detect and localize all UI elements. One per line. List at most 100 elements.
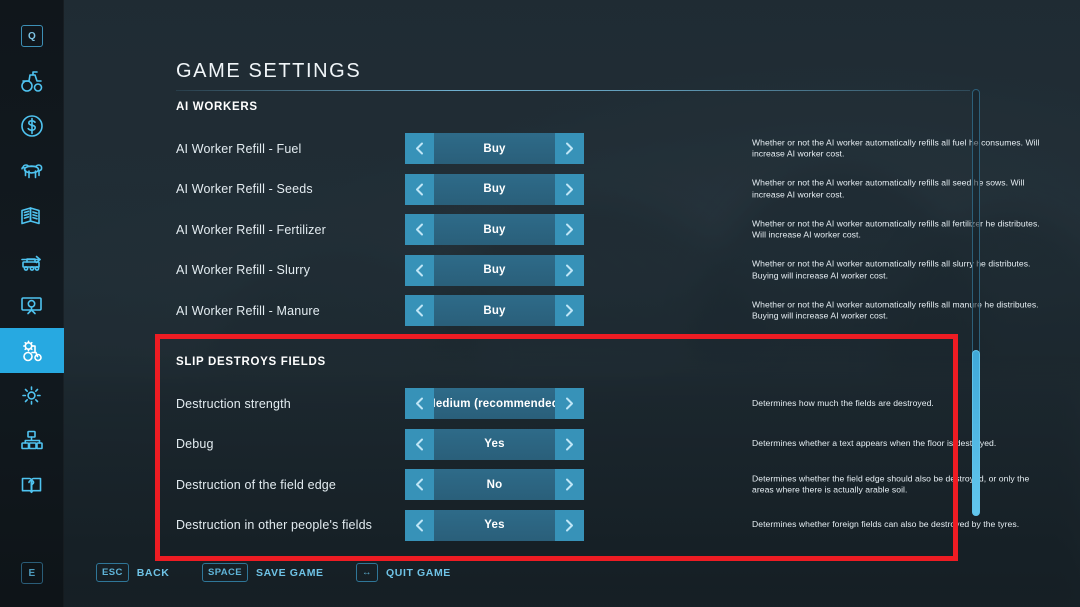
setting-value[interactable]: No bbox=[434, 469, 555, 500]
setting-description: Determines whether the field edge should… bbox=[752, 472, 1030, 495]
chevron-left-icon[interactable] bbox=[405, 509, 434, 541]
setting-description: Whether or not the AI worker automatical… bbox=[752, 258, 1031, 280]
sidebar-item-game-settings[interactable] bbox=[0, 328, 64, 373]
chevron-left-icon[interactable] bbox=[405, 469, 434, 500]
setting-row: AI Worker Refill - Fuel Buy Whether or not… bbox=[176, 133, 1040, 164]
sidebar-item-finances[interactable] bbox=[0, 103, 64, 148]
multiplayer-icon bbox=[19, 428, 45, 454]
key-cap-icon: ESC bbox=[96, 563, 129, 582]
setting-row: Debug Yes Determines whether a text appear… bbox=[176, 428, 996, 460]
chevron-right-icon[interactable] bbox=[555, 133, 584, 164]
setting-selector[interactable]: Buy bbox=[405, 295, 584, 326]
chevron-left-icon[interactable] bbox=[405, 173, 434, 205]
tractor-icon bbox=[19, 68, 45, 94]
footer-action-label: QUIT GAME bbox=[386, 566, 451, 579]
footer-action-label: SAVE GAME bbox=[256, 566, 324, 579]
chevron-right-icon[interactable] bbox=[555, 214, 584, 245]
page-title: GAME SETTINGS bbox=[176, 60, 362, 82]
footer-hints: ESC BACK SPACE SAVE GAME ↔ QUIT GAME bbox=[64, 551, 1080, 607]
setting-description: Whether or not the AI worker automatical… bbox=[752, 177, 1025, 199]
dollar-circle-icon bbox=[19, 113, 45, 139]
sidebar-item-animals[interactable] bbox=[0, 148, 64, 193]
chevron-right-icon[interactable] bbox=[555, 173, 584, 205]
chevron-left-icon[interactable] bbox=[405, 388, 434, 419]
help-book-icon bbox=[19, 473, 45, 499]
chevron-right-icon[interactable] bbox=[555, 469, 584, 500]
footer-quit-game[interactable]: ↔ QUIT GAME bbox=[356, 563, 451, 582]
chevron-left-icon[interactable] bbox=[405, 254, 434, 286]
setting-description: Whether or not the AI worker automatical… bbox=[752, 217, 1040, 240]
footer-action-label: BACK bbox=[136, 566, 170, 579]
chevron-right-icon[interactable] bbox=[555, 388, 584, 419]
game-settings-screen: Q E GAME SETTINGS AI WORKERS AI Worker Re… bbox=[0, 0, 1080, 607]
setting-selector[interactable]: Yes bbox=[405, 509, 584, 541]
setting-value[interactable]: Yes bbox=[434, 428, 555, 460]
key-q-icon: Q bbox=[21, 25, 43, 47]
setting-value[interactable]: Medium (recommended) bbox=[434, 388, 555, 419]
chevron-left-icon[interactable] bbox=[405, 295, 434, 326]
setting-row: Destruction strength Medium (recommended)… bbox=[176, 388, 970, 419]
sidebar-item-help[interactable] bbox=[0, 463, 64, 508]
setting-value[interactable]: Buy bbox=[434, 173, 555, 205]
setting-description: Determines whether foreign fields can al… bbox=[752, 519, 1020, 530]
setting-row: AI Worker Refill - Seeds Buy Whether or no… bbox=[176, 173, 1025, 205]
setting-row: Destruction in other people's fields Yes D… bbox=[176, 509, 1019, 541]
scrollbar-thumb[interactable] bbox=[972, 350, 980, 516]
section-heading: SLIP DESTROYS FIELDS bbox=[176, 356, 326, 368]
setting-selector[interactable]: Yes bbox=[405, 428, 584, 460]
chevron-left-icon[interactable] bbox=[405, 133, 434, 164]
setting-value[interactable]: Buy bbox=[434, 214, 555, 245]
chevron-right-icon[interactable] bbox=[555, 428, 584, 460]
sidebar-prev-page-button[interactable]: Q bbox=[0, 14, 64, 58]
setting-value[interactable]: Yes bbox=[434, 509, 555, 541]
setting-row: Destruction of the field edge No Determine… bbox=[176, 469, 1029, 500]
setting-selector[interactable]: Buy bbox=[405, 254, 584, 286]
setting-label: Debug bbox=[176, 437, 214, 451]
setting-value[interactable]: Buy bbox=[434, 295, 555, 326]
setting-label: AI Worker Refill - Slurry bbox=[176, 263, 311, 277]
setting-value[interactable]: Buy bbox=[434, 254, 555, 286]
setting-label: AI Worker Refill - Seeds bbox=[176, 182, 313, 196]
cow-icon bbox=[19, 158, 45, 184]
chevron-left-icon[interactable] bbox=[405, 428, 434, 460]
setting-selector[interactable]: No bbox=[405, 469, 584, 500]
setting-description: Whether or not the AI worker automatical… bbox=[752, 298, 1039, 321]
setting-description: Whether or not the AI worker automatical… bbox=[752, 136, 1040, 159]
setting-label: Destruction in other people's fields bbox=[176, 518, 373, 532]
left-sidebar: Q E bbox=[0, 0, 64, 607]
contracts-icon bbox=[19, 203, 45, 229]
sidebar-item-general-settings[interactable] bbox=[0, 373, 64, 418]
setting-label: Destruction of the field edge bbox=[176, 477, 337, 492]
sidebar-item-map[interactable] bbox=[0, 283, 64, 328]
chevron-right-icon[interactable] bbox=[555, 509, 584, 541]
setting-selector[interactable]: Buy bbox=[405, 133, 584, 164]
setting-description: Determines how much the fields are destr… bbox=[752, 397, 934, 408]
sidebar-item-vehicles[interactable] bbox=[0, 58, 64, 103]
setting-label: AI Worker Refill - Fertilizer bbox=[176, 222, 326, 237]
footer-save-game[interactable]: SPACE SAVE GAME bbox=[202, 563, 324, 582]
setting-label: AI Worker Refill - Manure bbox=[176, 303, 320, 318]
sidebar-item-contracts[interactable] bbox=[0, 193, 64, 238]
chevron-left-icon[interactable] bbox=[405, 214, 434, 245]
setting-selector[interactable]: Buy bbox=[405, 173, 584, 205]
setting-row: AI Worker Refill - Slurry Buy Whether or n… bbox=[176, 254, 1030, 286]
chevron-right-icon[interactable] bbox=[555, 254, 584, 286]
setting-description: Determines whether a text appears when t… bbox=[752, 438, 997, 449]
key-e-icon: E bbox=[21, 562, 43, 584]
setting-selector[interactable]: Buy bbox=[405, 214, 584, 245]
sidebar-item-multiplayer[interactable] bbox=[0, 418, 64, 463]
sidebar-next-page-button[interactable]: E bbox=[0, 553, 64, 593]
production-icon bbox=[19, 248, 45, 274]
footer-back[interactable]: ESC BACK bbox=[96, 563, 169, 582]
chevron-right-icon[interactable] bbox=[555, 295, 584, 326]
setting-label: AI Worker Refill - Fuel bbox=[176, 141, 302, 156]
sidebar-item-production[interactable] bbox=[0, 238, 64, 283]
setting-label: Destruction strength bbox=[176, 396, 291, 411]
setting-selector[interactable]: Medium (recommended) bbox=[405, 388, 584, 419]
title-divider bbox=[176, 90, 970, 91]
setting-value[interactable]: Buy bbox=[434, 133, 555, 164]
key-cap-icon: ↔ bbox=[356, 563, 378, 582]
settings-content: GAME SETTINGS AI WORKERS AI Worker Refill… bbox=[64, 0, 1080, 607]
setting-row: AI Worker Refill - Manure Buy Whether or n… bbox=[176, 295, 1039, 326]
key-cap-icon: SPACE bbox=[202, 563, 249, 582]
